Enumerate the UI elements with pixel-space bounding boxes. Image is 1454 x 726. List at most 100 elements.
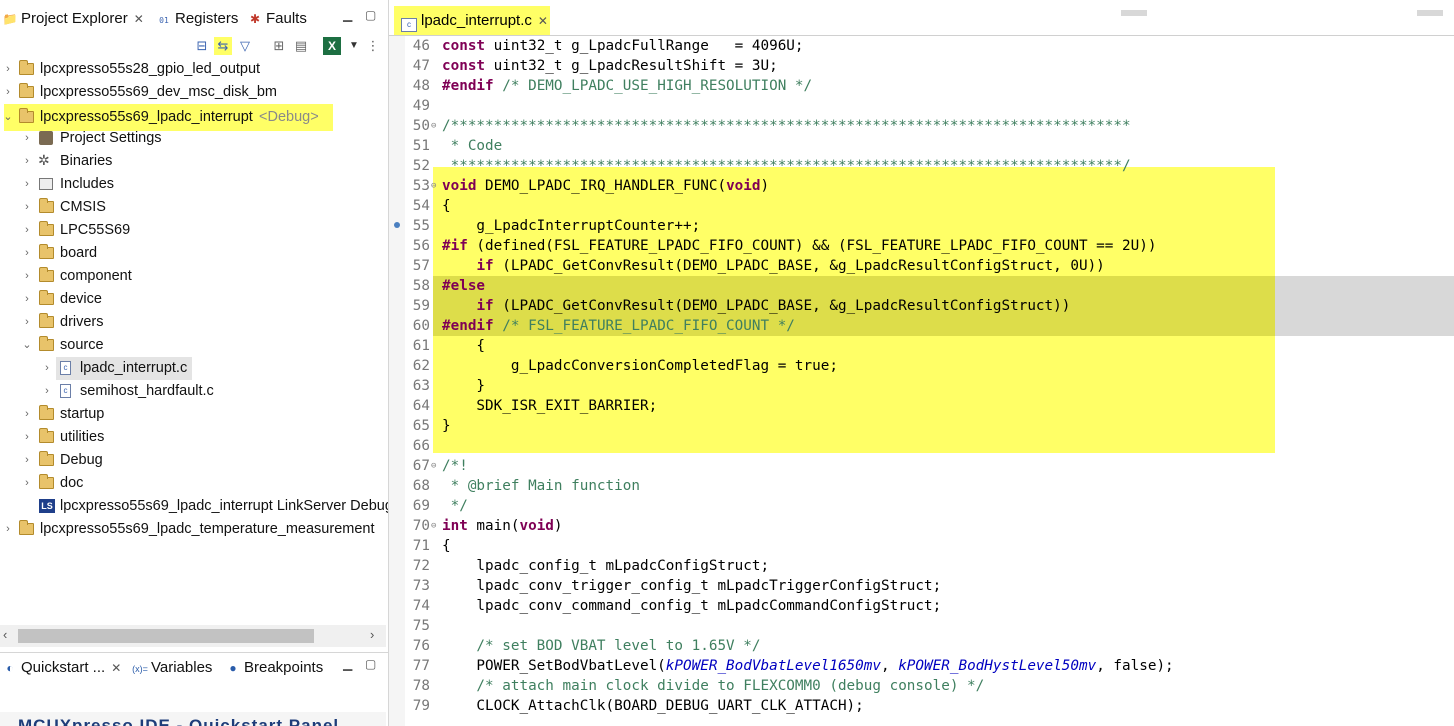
expand-arrow-icon[interactable]: › [2,518,14,541]
expand-arrow-icon[interactable]: › [21,449,33,472]
code-line[interactable]: 71 { [389,536,1454,556]
expand-arrow-icon[interactable]: › [21,403,33,426]
excel-icon[interactable]: X [323,37,341,55]
code-line[interactable]: 60 #endif /* FSL_FEATURE_LPADC_FIFO_COUNT… [389,316,1454,336]
code-line[interactable]: 66 [389,436,1454,456]
tree-item-project[interactable]: › lpcxpresso55s69_dev_msc_disk_bm [0,81,388,104]
code-line[interactable]: 79 CLOCK_AttachClk(BOARD_DEBUG_UART_CLK_… [389,696,1454,716]
expand-arrow-icon[interactable]: › [2,81,14,104]
tab-project-explorer[interactable]: 📁 Project Explorer ✕ [2,8,144,30]
code-area[interactable]: 46 const uint32_t g_LpadcFullRange = 4096… [389,36,1454,726]
code-line[interactable]: 64 SDK_ISR_EXIT_BARRIER; [389,396,1454,416]
code-line[interactable]: 46 const uint32_t g_LpadcFullRange = 4096… [389,36,1454,56]
tree-item-folder[interactable]: › device [0,288,388,311]
minimize-icon[interactable]: ▁ [343,657,352,671]
scrollbar-thumb[interactable] [18,629,314,643]
tree-item-project[interactable]: › lpcxpresso55s28_gpio_led_output [0,58,388,81]
dropdown-arrow-icon[interactable]: ▼ [345,37,363,55]
code-line[interactable]: 74 lpadc_conv_command_config_t mLpadcCom… [389,596,1454,616]
tab-lpadc-interrupt-c[interactable]: c lpadc_interrupt.c ✕ [394,6,550,35]
link-editor-icon[interactable]: ⇆ [214,37,232,55]
code-line[interactable]: 57 if (LPADC_GetConvResult(DEMO_LPADC_BA… [389,256,1454,276]
expand-arrow-icon[interactable]: › [41,357,53,380]
expand-arrow-icon[interactable]: › [21,242,33,265]
code-line[interactable]: 67 ⊖ /*! [389,456,1454,476]
tree-item-folder[interactable]: › utilities [0,426,388,449]
tree-item-selected-file[interactable]: › c lpadc_interrupt.c [45,357,192,380]
filter-icon[interactable]: ▽ [236,37,254,55]
expand-arrow-icon[interactable]: › [21,219,33,242]
tab-breakpoints[interactable]: ● Breakpoints [225,657,323,679]
tree-item-folder[interactable]: › board [0,242,388,265]
tree-item-folder[interactable]: › drivers [0,311,388,334]
code-line[interactable]: 56 #if (defined(FSL_FEATURE_LPADC_FIFO_CO… [389,236,1454,256]
close-icon[interactable]: ✕ [134,12,144,26]
expand-arrow-icon[interactable]: › [21,288,33,311]
code-line[interactable]: 73 lpadc_conv_trigger_config_t mLpadcTri… [389,576,1454,596]
tree-item-binaries[interactable]: › ✲ Binaries [0,150,388,173]
tree-item-project[interactable]: › lpcxpresso55s69_lpadc_temperature_meas… [0,518,388,541]
tree-item-folder[interactable]: › CMSIS [0,196,388,219]
scroll-left-icon[interactable]: ‹ [3,627,7,642]
code-line[interactable]: 72 lpadc_config_t mLpadcConfigStruct; [389,556,1454,576]
code-line[interactable]: 53 ⊖ void DEMO_LPADC_IRQ_HANDLER_FUNC(void… [389,176,1454,196]
horizontal-scrollbar[interactable]: ‹ › [0,625,386,647]
close-icon[interactable]: ✕ [538,14,548,28]
expand-arrow-icon[interactable]: › [2,58,14,81]
expand-arrow-icon[interactable]: › [21,127,33,150]
code-line[interactable]: 70 ⊖ int main(void) [389,516,1454,536]
code-line[interactable]: 78 /* attach main clock divide to FLEXCO… [389,676,1454,696]
tab-faults[interactable]: ✱ Faults [247,8,307,30]
code-line[interactable]: 65} [389,416,1454,436]
expand-arrow-icon[interactable]: › [41,380,53,403]
expand-arrow-icon[interactable]: › [21,150,33,173]
code-line[interactable]: 68 * @brief Main function [389,476,1454,496]
code-line[interactable]: 47 const uint32_t g_LpadcResultShift = 3U… [389,56,1454,76]
tree-item-folder[interactable]: › LPC55S69 [0,219,388,242]
expand-arrow-icon[interactable]: › [21,426,33,449]
expand-arrow-icon[interactable]: › [21,196,33,219]
collapse-all-icon[interactable]: ⊟ [193,37,211,55]
editor-maximize-icon[interactable] [1417,10,1443,16]
expand-arrow-icon[interactable]: › [21,265,33,288]
expand-arrow-icon[interactable]: › [21,472,33,495]
close-icon[interactable]: ✕ [111,661,121,675]
tree-item-project-settings[interactable]: › Project Settings [0,127,388,150]
code-line[interactable]: 48 #endif /* DEMO_LPADC_USE_HIGH_RESOLUTI… [389,76,1454,96]
code-line[interactable]: 76 /* set BOD VBAT level to 1.65V */ [389,636,1454,656]
tree-item-folder[interactable]: › Debug [0,449,388,472]
tree-item-folder-source[interactable]: ⌄ source [0,334,388,357]
fold-toggle-icon[interactable]: ⊖ [431,456,436,476]
scroll-right-icon[interactable]: › [370,627,374,642]
tab-registers[interactable]: 01 Registers [156,8,238,30]
code-line[interactable]: 58 #else [389,276,1454,296]
expand-arrow-icon[interactable]: › [21,173,33,196]
code-line[interactable]: 59 if (LPADC_GetConvResult(DEMO_LPADC_BA… [389,296,1454,316]
layout-icon[interactable]: ▤ [292,37,310,55]
fold-toggle-icon[interactable]: ⊖ [431,176,436,196]
tree-item-includes[interactable]: › Includes [0,173,388,196]
code-line[interactable]: 52 *************************************… [389,156,1454,176]
tab-quickstart[interactable]: ◐ Quickstart ... ✕ [2,657,121,679]
code-line[interactable]: 69 */ [389,496,1454,516]
maximize-icon[interactable]: ▢ [365,8,376,22]
code-line[interactable]: 55 g_LpadcInterruptCounter++; [389,216,1454,236]
code-line[interactable]: 61 { [389,336,1454,356]
editor-minimize-icon[interactable] [1121,10,1147,16]
tree-item-file[interactable]: › c semihost_hardfault.c [0,380,388,403]
tree-item-folder[interactable]: › startup [0,403,388,426]
grid-icon[interactable]: ⊞ [270,37,288,55]
code-line[interactable]: 54 { [389,196,1454,216]
code-line[interactable]: 77 POWER_SetBodVbatLevel(kPOWER_BodVbatL… [389,656,1454,676]
code-line[interactable]: 75 [389,616,1454,636]
collapse-arrow-icon[interactable]: ⌄ [21,334,33,357]
tree-item-folder[interactable]: › component [0,265,388,288]
tab-variables[interactable]: (x)= Variables [132,657,212,679]
fold-toggle-icon[interactable]: ⊖ [431,116,436,136]
maximize-icon[interactable]: ▢ [365,657,376,671]
code-line[interactable]: 63 } [389,376,1454,396]
tree-item-folder[interactable]: › doc [0,472,388,495]
view-menu-icon[interactable]: ⋮ [364,37,382,55]
code-line[interactable]: 49 [389,96,1454,116]
code-line[interactable]: 51 * Code [389,136,1454,156]
